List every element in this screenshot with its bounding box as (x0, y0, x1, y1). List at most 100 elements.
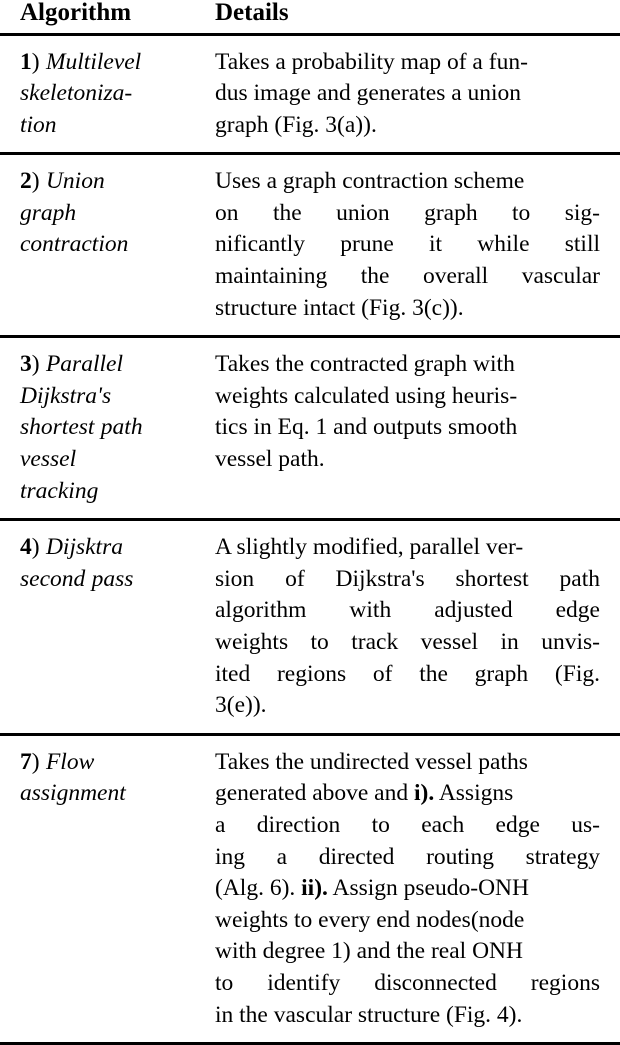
algorithm-number-paren: ) (31, 48, 40, 75)
algorithm-name-line: skeletoniza- (20, 78, 196, 110)
details-word: direction (256, 811, 341, 838)
details-text: Takes the undirected vessel paths (215, 748, 528, 775)
algorithm-number-paren: ) (31, 534, 40, 561)
details-word: to (371, 811, 390, 838)
algorithm-name-line: Dijkstra's (20, 381, 196, 413)
details-word: to (310, 629, 329, 655)
algorithm-details-cell: Takes the undirected vessel paths generat… (210, 734, 620, 1043)
details-word: the (419, 660, 448, 687)
details-text: Uses a graph contraction scheme (215, 168, 525, 195)
details-line: graph (Fig. 3(a)). (215, 110, 600, 142)
algorithm-name-text: tracking (20, 477, 99, 504)
details-text: Assigns (434, 780, 514, 807)
details-word: it (429, 231, 443, 258)
table-row: 3) Parallel Dijkstra's shortest path vessel… (0, 337, 620, 520)
details-line: a direction to each edge us- (215, 810, 600, 842)
algorithm-name-cell: 3) Parallel Dijkstra's shortest path vessel… (0, 337, 210, 520)
details-line: with degree 1) and the real ONH (215, 936, 600, 968)
details-word: vascular (521, 263, 600, 290)
algorithm-number: 4 (20, 534, 32, 561)
table-row: 1) Multilevel skeletoniza-tion Takes a pro… (0, 34, 620, 154)
table-row: 2) Union graph contraction Uses a graph con… (0, 154, 620, 337)
algorithm-name-line: contraction (20, 229, 196, 261)
algorithm-details-cell: A slightly modified, parallel ver-sion of… (210, 520, 620, 735)
column-header-algorithm: Algorithm (20, 0, 132, 26)
details-line: generated above and i). Assigns (215, 778, 600, 810)
details-step-marker: i). (414, 780, 435, 807)
details-text: weights calculated using heuris- (215, 382, 518, 409)
table-body: 1) Multilevel skeletoniza-tion Takes a pro… (0, 34, 620, 1044)
details-line: ited regions of the graph (Fig. (215, 659, 600, 691)
algorithm-name-line: 1) Multilevel (20, 47, 196, 79)
details-line: ing a directed routing strategy (215, 842, 600, 874)
algorithm-name-line: shortest path (20, 412, 196, 444)
details-word: a (276, 843, 288, 870)
column-header-details: Details (215, 0, 289, 26)
details-word: sion (215, 565, 255, 592)
details-word: adjusted (434, 597, 513, 624)
details-text: weights to every end nodes(node (215, 906, 525, 933)
details-word: edge (555, 597, 600, 624)
details-word: directed (318, 843, 395, 870)
algorithm-name-cell: 2) Union graph contraction (0, 154, 210, 337)
algorithm-name-line: assignment (20, 778, 196, 810)
details-word: maintaining (215, 263, 328, 290)
details-line: structure intact (Fig. 3(c)). (215, 293, 600, 325)
details-line: Takes the undirected vessel paths (215, 747, 600, 779)
details-word: routing (426, 843, 494, 870)
algorithm-name-text: second pass (20, 565, 134, 592)
details-word: with (349, 597, 392, 624)
details-word: edge (495, 811, 540, 838)
algorithm-name-text: Dijsktra (45, 534, 123, 561)
details-word: overall (422, 263, 489, 290)
details-line: maintaining the overall vascular (215, 261, 600, 293)
details-word: the (272, 199, 302, 226)
algorithm-name-text: Dijkstra's (20, 382, 112, 409)
algorithm-name-cell: 7) Flow assignment (0, 734, 210, 1043)
details-line: Uses a graph contraction scheme (215, 166, 600, 198)
details-word: union (336, 199, 390, 226)
details-word: ited (215, 660, 251, 687)
details-word: Dijkstra's (335, 565, 425, 592)
details-word: in (500, 629, 519, 655)
details-word: disconnected (374, 969, 497, 996)
table-row: 4) Dijsktra second pass A slightly modifie… (0, 520, 620, 735)
details-word: while (477, 231, 530, 258)
table-header-row: Algorithm Details (0, 0, 620, 34)
details-word: regions (276, 660, 347, 687)
details-text: dus image and generates a union (215, 80, 522, 107)
algorithm-name-text: contraction (20, 231, 129, 258)
algorithm-name-text: vessel (20, 446, 77, 473)
algorithm-details-table-container: Algorithm Details 1) Multilevel skeletoni… (0, 0, 620, 1045)
details-text: generated above and (215, 780, 414, 807)
details-line: (Alg. 6). ii). Assign pseudo-ONH (215, 873, 600, 905)
details-text: vessel path. (215, 446, 325, 473)
algorithm-name-line: 2) Union (20, 166, 196, 198)
details-text: Assign pseudo-ONH (327, 875, 529, 902)
details-line: 3(e)). (215, 690, 600, 722)
algorithm-name-text: skeletoniza- (20, 80, 133, 107)
details-text: Takes a probability map of a fun- (215, 48, 528, 75)
algorithm-number-paren: ) (31, 351, 40, 378)
details-line: weights to track vessel in unvis- (215, 627, 600, 659)
details-text: graph (Fig. 3(a)). (215, 111, 377, 138)
algorithm-number: 2 (20, 168, 32, 195)
details-word: identify (267, 969, 341, 996)
details-word: of (372, 660, 393, 687)
algorithm-details-table: Algorithm Details 1) Multilevel skeletoni… (0, 0, 620, 1045)
algorithm-name-text: Multilevel (45, 48, 142, 75)
algorithm-details-cell: Takes the contracted graph with weights c… (210, 337, 620, 520)
algorithm-name-text: Parallel (45, 351, 123, 378)
algorithm-name-cell: 4) Dijsktra second pass (0, 520, 210, 735)
details-word: prune (340, 231, 394, 258)
algorithm-details-cell: Takes a probability map of a fun-dus ima… (210, 34, 620, 154)
algorithm-name-text: shortest path (20, 414, 143, 441)
algorithm-number: 1 (20, 48, 32, 75)
details-word: nificantly (215, 231, 306, 258)
details-word: weights (215, 629, 289, 655)
table-row: 7) Flow assignment Takes the undirected ve… (0, 734, 620, 1044)
algorithm-name-text: tion (20, 111, 57, 138)
details-text: 3(e)). (215, 692, 267, 719)
algorithm-name-line: tion (20, 110, 196, 142)
details-word: us- (571, 811, 600, 838)
